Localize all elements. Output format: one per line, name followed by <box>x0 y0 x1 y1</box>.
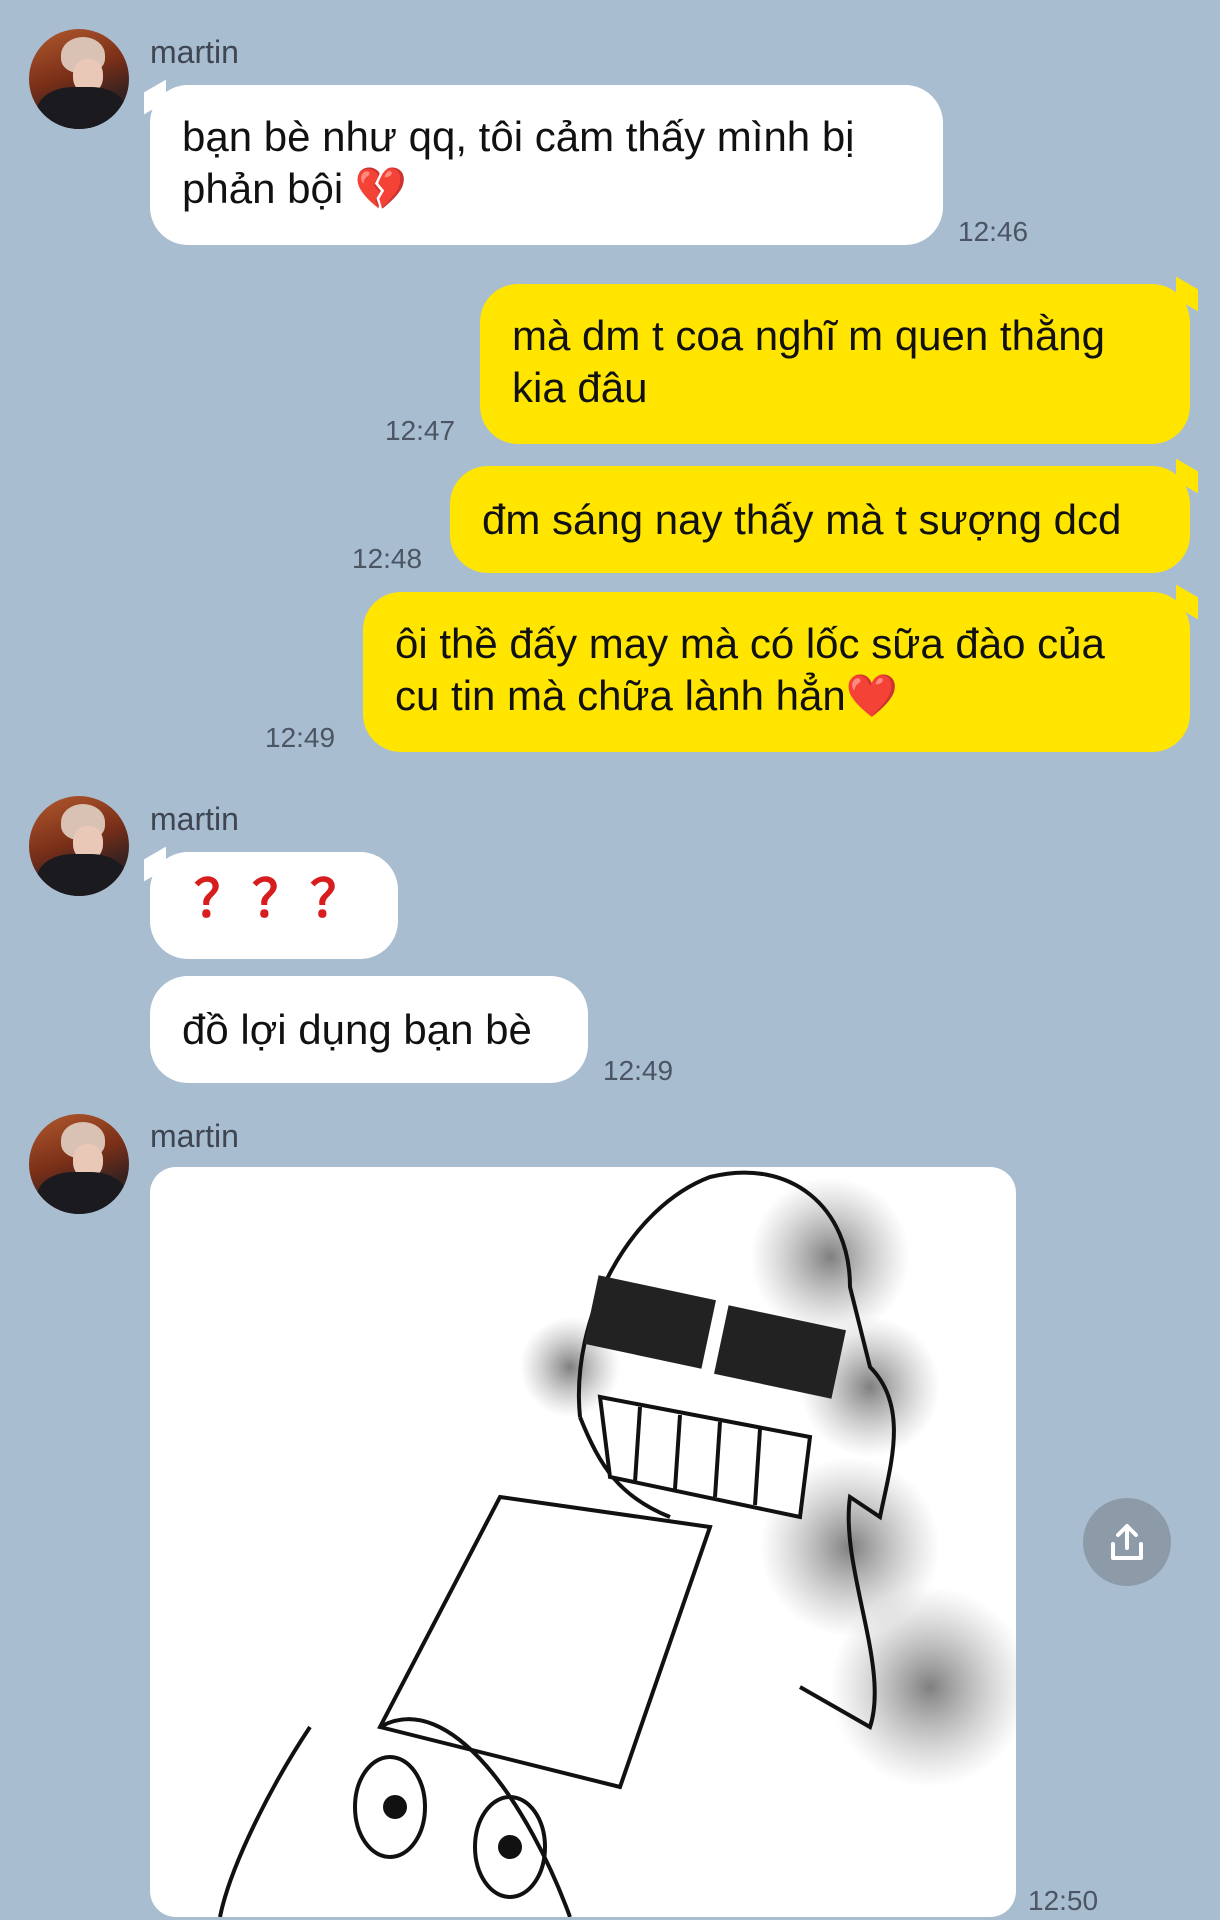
message-bubble[interactable]: bạn bè như qq, tôi cảm thấy mình bị phản… <box>150 85 943 245</box>
avatar[interactable] <box>29 29 129 129</box>
message-time: 12:46 <box>958 216 1029 247</box>
message-text: ôi thề đấy may mà có lốc sữa đào của cu … <box>395 620 1105 719</box>
message-text: đm sáng nay thấy mà t sượng dcd <box>482 496 1122 543</box>
avatar[interactable] <box>29 1114 129 1214</box>
message-time: 12:48 <box>352 543 423 574</box>
message-text: đồ lợi dụng bạn bè <box>182 1006 532 1053</box>
message-time: 12:47 <box>385 415 456 446</box>
share-button[interactable] <box>1083 1498 1171 1586</box>
sticker-image[interactable] <box>150 1167 1016 1917</box>
message-text: mà dm t coa nghĩ m quen thằng kia đâu <box>512 312 1106 411</box>
message-text: ？？？ <box>194 871 369 929</box>
message-bubble[interactable]: đm sáng nay thấy mà t sượng dcd <box>450 466 1190 573</box>
message-bubble[interactable]: đồ lợi dụng bạn bè <box>150 976 588 1083</box>
message-text: bạn bè như qq, tôi cảm thấy mình bị phản… <box>182 113 855 212</box>
sender-name: martin <box>150 1118 239 1154</box>
sender-name: martin <box>150 801 239 837</box>
share-icon <box>1111 1524 1143 1560</box>
message-time: 12:50 <box>1028 1885 1099 1916</box>
message-time: 12:49 <box>603 1055 674 1086</box>
sender-name: martin <box>150 34 239 70</box>
avatar[interactable] <box>29 796 129 896</box>
message-bubble[interactable]: ôi thề đấy may mà có lốc sữa đào của cu … <box>363 592 1190 752</box>
message-bubble[interactable]: mà dm t coa nghĩ m quen thằng kia đâu <box>480 284 1190 444</box>
message-time: 12:49 <box>265 722 336 753</box>
message-bubble[interactable]: ？？？ <box>150 852 398 959</box>
